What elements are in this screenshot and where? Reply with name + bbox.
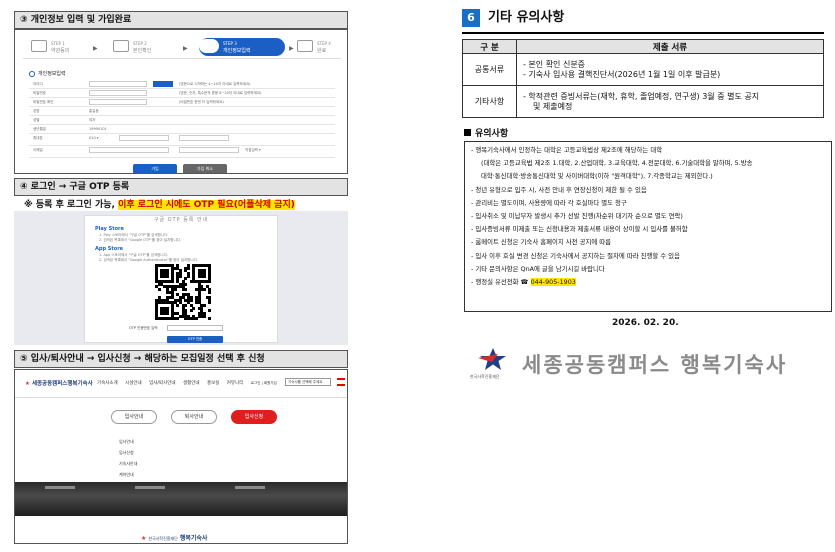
- circle-icon: [29, 70, 35, 77]
- phone-input[interactable]: [119, 135, 169, 141]
- password-input[interactable]: [89, 90, 147, 96]
- id-card-icon: [113, 40, 129, 52]
- step-1: STEP 1 약관동의: [31, 38, 91, 56]
- otp-qr-code: [155, 264, 212, 321]
- title-rule: [462, 32, 824, 34]
- sub-menu-item[interactable]: 기숙사안내: [119, 458, 137, 469]
- notice-heading: 유의사항: [464, 126, 508, 139]
- site-header: ★ 세종공동캠퍼스행복기숙사 기숙사소개 시설안내 입사/퇴사안내 생활안내 홍보…: [15, 370, 347, 398]
- organization-logo: 한국사학진흥재단 세종공동캠퍼스 행복기숙사: [470, 346, 830, 386]
- dorm-select[interactable]: 기숙사를 선택해 주세요: [285, 378, 331, 386]
- step-3-active: STEP 3 개인정보입력: [199, 38, 285, 56]
- nav-pr[interactable]: 홍보실: [207, 381, 219, 386]
- section-4-heading: ④ 로그인 → 구글 OTP 등록: [14, 178, 348, 196]
- form-row: 비밀번호 (영문, 숫자, 특수문자 혼용 8~20자 이내로 입력하세요): [29, 89, 335, 98]
- nav-life[interactable]: 생활안내: [183, 381, 200, 386]
- tab-move-out-guide[interactable]: 퇴사안내: [171, 410, 217, 424]
- form-row: 성별 여자: [29, 116, 335, 125]
- star-logo-icon: ★: [25, 381, 30, 387]
- phone-line: - 행정실 유선전화 ☎ 044-905-1903: [471, 278, 576, 287]
- sub-menu-item[interactable]: 입사안내: [119, 436, 137, 447]
- table-row: 기타사항 - 학적관련 증빙서류는(재학, 휴학, 졸업예정, 연구생) 3월 …: [462, 85, 824, 118]
- documents-table: 구 분 제출 서류 공통서류 - 본인 확인 신분증 - 기숙사 입사용 결핵진…: [462, 39, 824, 118]
- id-input[interactable]: [89, 81, 147, 87]
- step-arrow-icon: ▶: [93, 45, 98, 52]
- app-store-heading: App Store: [95, 246, 124, 252]
- notice-date: 2026. 02. 20.: [612, 318, 679, 328]
- phone-number: 044-905-1903: [530, 278, 576, 287]
- form-title: 개인정보입력: [29, 70, 66, 77]
- section-number: 6: [462, 9, 480, 27]
- person-icon: [199, 39, 219, 53]
- footer-logo: ★ 한국사학진흥재단 행복기숙사: [141, 535, 208, 542]
- notice-box: - 행복기숙사에서 인정하는 대학은 고등교육법상 제2조에 해당하는 대학 (…: [464, 141, 832, 312]
- otp-code-input[interactable]: [167, 325, 223, 331]
- nav-community[interactable]: 커뮤니티: [227, 381, 244, 386]
- email-input[interactable]: [89, 147, 169, 153]
- otp-screenshot: 구글 OTP 등록 안내 Play Store 1. Play 스토어에서 "구…: [14, 211, 348, 345]
- join-button[interactable]: 가입: [133, 164, 177, 173]
- phone-input[interactable]: [179, 135, 229, 141]
- step-4: STEP 4 완료: [297, 38, 343, 56]
- tab-move-in-apply[interactable]: 입사신청: [231, 410, 277, 424]
- section-title: 기타 유의사항: [488, 10, 565, 25]
- website-screenshot: ★ 세종공동캠퍼스행복기숙사 기숙사소개 시설안내 입사/퇴사안내 생활안내 홍보…: [14, 369, 348, 544]
- signup-form: 아이디 (영문으로 시작하는 4~20자 이내로 입력하세요) 비밀번호 (영문, …: [29, 80, 335, 158]
- email-domain-input[interactable]: [179, 147, 239, 153]
- form-row: 생년월일 19990101: [29, 125, 335, 134]
- thumbs-up-icon: [297, 40, 313, 52]
- step-arrow-icon: ▶: [183, 45, 188, 52]
- sub-menu-list: 입사안내 입사신청 기숙사안내 계약안내: [119, 436, 137, 480]
- sub-menu-item[interactable]: 계약안내: [119, 469, 137, 480]
- form-row: 비밀번호 확인 (비밀번호 한번 더 입력하세요): [29, 98, 335, 107]
- otp-verify-button[interactable]: OTP 인증: [167, 336, 223, 343]
- step-2: STEP 2 본인확인: [113, 38, 173, 56]
- step-arrow-icon: ▶: [289, 45, 294, 52]
- password-confirm-input[interactable]: [89, 99, 147, 105]
- cancel-join-button[interactable]: 가입 취소: [183, 164, 227, 173]
- phone-select[interactable]: 010 ▾: [89, 136, 99, 140]
- table-header-docs: 제출 서류: [516, 39, 824, 54]
- email-domain-select[interactable]: 직접입력 ▾: [245, 148, 261, 153]
- otp-note: ※ 등록 후 로그인 가능, 이후 로그인 시에도 OTP 필요(어플삭제 금지…: [24, 200, 295, 210]
- star-logo-icon: ★: [141, 535, 147, 542]
- form-row: 이메일 직접입력 ▾: [29, 146, 335, 158]
- checklist-icon: [31, 40, 47, 52]
- nav-move-in-out[interactable]: 입사/퇴사안내: [149, 381, 175, 386]
- section-5-heading: ⑤ 입사/퇴사안내 → 입사신청 → 해당하는 모집일정 선택 후 신청: [14, 350, 348, 368]
- id-check-button[interactable]: [153, 81, 173, 87]
- site-logo[interactable]: ★ 세종공동캠퍼스행복기숙사: [25, 379, 93, 387]
- tab-move-in-guide[interactable]: 입사안내: [111, 410, 157, 424]
- square-bullet-icon: [464, 129, 471, 136]
- form-row: 아이디 (영문으로 시작하는 4~20자 이내로 입력하세요): [29, 80, 335, 89]
- signup-screenshot: STEP 1 약관동의 ▶ STEP 2 본인확인 ▶ STEP 3 개인정보입…: [14, 29, 348, 174]
- form-row: 휴대폰 010 ▾: [29, 134, 335, 146]
- nav-about[interactable]: 기숙사소개: [97, 381, 118, 386]
- login-link[interactable]: 로그인 | 회원가입: [251, 381, 277, 385]
- section-3-heading: ③ 개인정보 입력 및 가입완료: [14, 11, 348, 29]
- nav-facility[interactable]: 시설안내: [125, 381, 142, 386]
- table-row: 공통서류 - 본인 확인 신분증 - 기숙사 입사용 결핵진단서(2026년 1…: [462, 53, 824, 86]
- play-store-heading: Play Store: [95, 226, 124, 232]
- table-header-category: 구 분: [462, 39, 517, 54]
- sub-menu-item[interactable]: 입사신청: [119, 447, 137, 458]
- site-nav: 기숙사소개 시설안내 입사/퇴사안내 생활안내 홍보실 커뮤니티 로그인 | 회…: [97, 380, 283, 386]
- form-row: 성명 홍길동: [29, 107, 335, 116]
- star-logo-icon: [478, 348, 506, 370]
- dormitory-photo: [15, 482, 347, 516]
- signup-steps: STEP 1 약관동의 ▶ STEP 2 본인확인 ▶ STEP 3 개인정보입…: [23, 35, 341, 59]
- hamburger-menu-icon[interactable]: [337, 378, 345, 386]
- otp-card: 구글 OTP 등록 안내 Play Store 1. Play 스토어에서 "구…: [84, 215, 278, 343]
